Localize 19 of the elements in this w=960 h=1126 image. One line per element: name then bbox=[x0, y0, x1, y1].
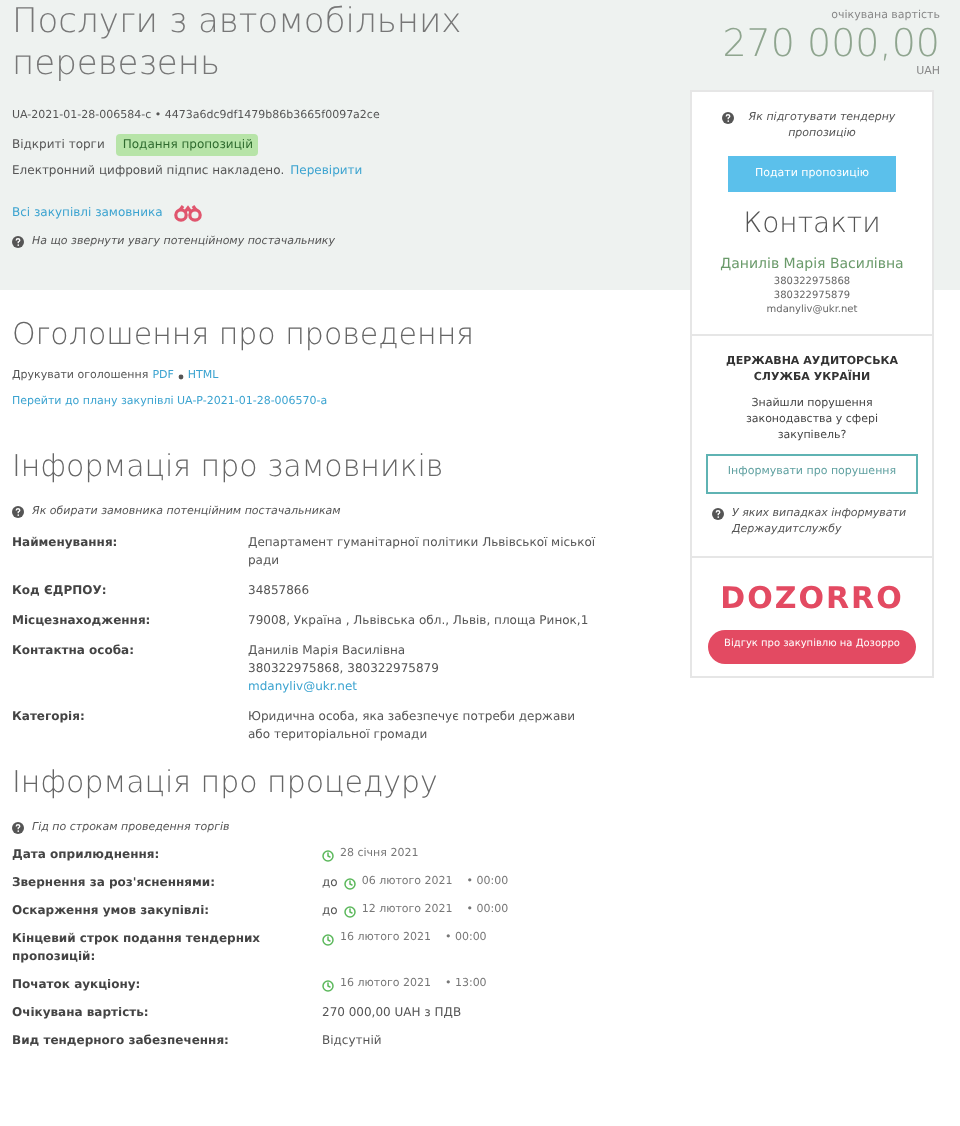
clock-icon bbox=[343, 905, 356, 917]
clock-icon bbox=[322, 979, 334, 991]
help-icon bbox=[12, 236, 24, 249]
help-icon bbox=[722, 111, 734, 123]
help-icon bbox=[12, 506, 24, 518]
section-heading: Інформація про процедуру bbox=[12, 762, 440, 805]
section-heading: Оголошення про проведення bbox=[12, 313, 477, 355]
help-icon bbox=[712, 507, 724, 519]
expected-price: 270 000,00 bbox=[722, 24, 940, 65]
page-title: Послуги з автомобільних перевезень bbox=[12, 2, 464, 86]
dozorro-logo: DOZORRO bbox=[720, 578, 904, 620]
clock-icon bbox=[322, 849, 334, 861]
clock-icon bbox=[322, 933, 334, 945]
binoculars-icon[interactable] bbox=[174, 204, 203, 223]
clock-icon bbox=[343, 877, 356, 889]
contacts-heading: Контакти bbox=[743, 206, 881, 244]
bullet-icon bbox=[177, 373, 184, 380]
help-icon bbox=[12, 821, 24, 834]
section-heading: Інформація про замовників bbox=[12, 445, 446, 487]
